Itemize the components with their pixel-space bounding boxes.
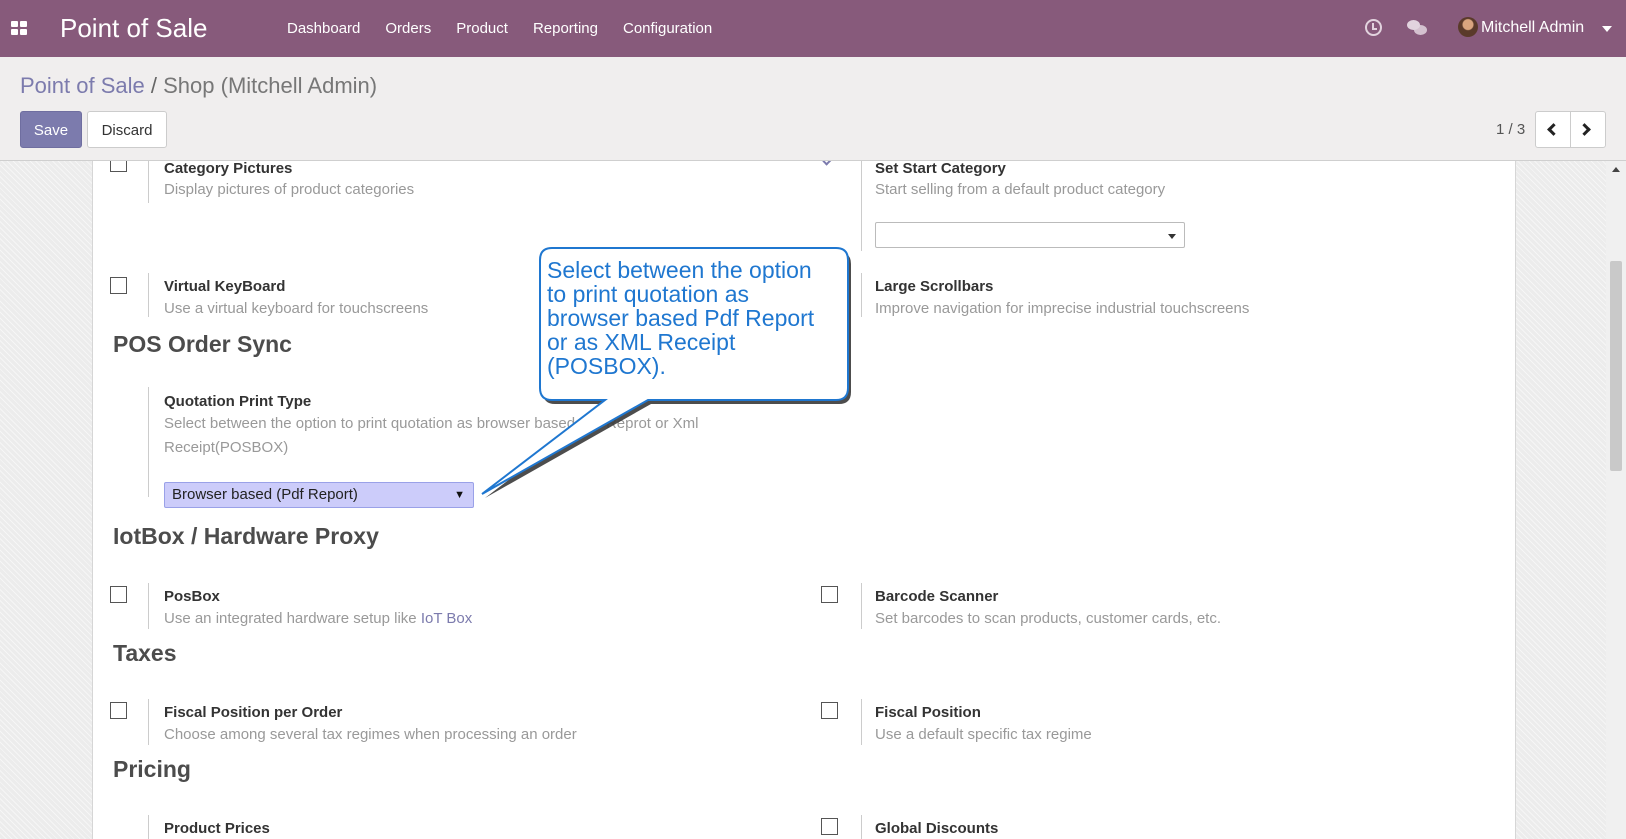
divider	[861, 699, 862, 745]
category-pictures-checkbox[interactable]	[110, 161, 127, 172]
divider	[148, 699, 149, 745]
divider	[148, 815, 149, 839]
barcode-scanner-desc: Set barcodes to scan products, customer …	[875, 610, 1221, 627]
breadcrumb-root[interactable]: Point of Sale	[20, 73, 145, 98]
discard-button[interactable]: Discard	[87, 111, 167, 148]
dropdown-arrow-icon: ▼	[454, 489, 465, 501]
save-button[interactable]: Save	[20, 111, 82, 148]
posbox-desc-text: Use an integrated hardware setup like	[164, 610, 417, 627]
posbox-title: PosBox	[164, 588, 220, 605]
divider	[148, 387, 149, 497]
fiscal-position-per-order-checkbox[interactable]	[110, 702, 127, 719]
barcode-scanner-checkbox[interactable]	[821, 586, 838, 603]
start-category-select[interactable]	[875, 222, 1185, 248]
user-menu-name[interactable]: Mitchell Admin	[1481, 19, 1584, 37]
breadcrumb-separator: /	[150, 73, 157, 98]
fiscal-position-per-order-desc: Choose among several tax regimes when pr…	[164, 726, 577, 743]
fiscal-position-checkbox[interactable]	[821, 702, 838, 719]
main-menu: Dashboard Orders Product Reporting Confi…	[287, 0, 737, 57]
chat-icon[interactable]	[1407, 20, 1427, 36]
quotation-print-type-title: Quotation Print Type	[164, 393, 312, 410]
pager-value: 1 / 3	[1496, 121, 1526, 138]
virtual-keyboard-title: Virtual KeyBoard	[164, 278, 286, 295]
large-scrollbars-desc: Improve navigation for imprecise industr…	[875, 300, 1250, 317]
pager-next-button[interactable]	[1570, 111, 1606, 148]
quotation-print-type-desc: Select between the option to print quota…	[164, 415, 699, 456]
divider	[148, 161, 149, 203]
virtual-keyboard-checkbox[interactable]	[110, 277, 127, 294]
divider	[148, 273, 149, 317]
divider	[861, 161, 862, 251]
set-start-category-desc: Start selling from a default product cat…	[875, 181, 1166, 198]
menu-reporting[interactable]: Reporting	[533, 20, 598, 37]
caret-down-icon[interactable]	[1602, 26, 1612, 32]
avatar[interactable]	[1458, 17, 1478, 37]
divider	[861, 583, 862, 629]
global-discounts-checkbox[interactable]	[821, 818, 838, 835]
pager-previous-button[interactable]	[1535, 111, 1571, 148]
control-panel: Point of Sale / Shop (Mitchell Admin) Sa…	[0, 57, 1626, 161]
section-pos-order-sync: POS Order Sync	[113, 331, 292, 357]
menu-configuration[interactable]: Configuration	[623, 20, 712, 37]
top-navbar: Point of Sale Dashboard Orders Product R…	[0, 0, 1626, 57]
breadcrumb-current: Shop (Mitchell Admin)	[163, 73, 378, 98]
category-pictures-title: Category Pictures	[164, 161, 293, 177]
menu-dashboard[interactable]: Dashboard	[287, 20, 360, 37]
set-start-category-title: Set Start Category	[875, 161, 1006, 177]
clock-icon[interactable]	[1365, 19, 1382, 36]
quotation-print-type-value: Browser based (Pdf Report)	[172, 486, 358, 503]
menu-product[interactable]: Product	[456, 20, 508, 37]
vertical-scrollbar[interactable]	[1606, 161, 1626, 839]
chevron-right-icon	[1578, 123, 1591, 136]
divider	[148, 583, 149, 629]
fiscal-position-desc: Use a default specific tax regime	[875, 726, 1092, 743]
virtual-keyboard-desc: Use a virtual keyboard for touchscreens	[164, 300, 429, 317]
global-discounts-title: Global Discounts	[875, 820, 999, 837]
fiscal-position-per-order-title: Fiscal Position per Order	[164, 704, 343, 721]
category-pictures-desc: Display pictures of product categories	[164, 181, 415, 198]
breadcrumb: Point of Sale / Shop (Mitchell Admin)	[20, 73, 377, 99]
divider	[861, 815, 862, 839]
section-taxes: Taxes	[113, 640, 177, 666]
chevron-left-icon	[1547, 123, 1560, 136]
menu-orders[interactable]: Orders	[385, 20, 431, 37]
section-pricing: Pricing	[113, 756, 191, 782]
app-title[interactable]: Point of Sale	[60, 13, 207, 44]
apps-icon[interactable]	[11, 21, 27, 35]
barcode-scanner-title: Barcode Scanner	[875, 588, 999, 605]
divider	[861, 273, 862, 317]
posbox-desc: Use an integrated hardware setup like Io…	[164, 607, 472, 631]
section-iotbox: IotBox / Hardware Proxy	[113, 523, 379, 549]
scroll-thumb[interactable]	[1610, 261, 1622, 471]
callout-text: Select between the option to print quota…	[547, 257, 815, 379]
set-start-category-checkbox[interactable]	[821, 161, 838, 172]
quotation-print-type-select[interactable]: Browser based (Pdf Report) ▼	[164, 482, 474, 508]
product-prices-title: Product Prices	[164, 820, 270, 837]
iot-box-link[interactable]: IoT Box	[421, 610, 472, 627]
fiscal-position-title: Fiscal Position	[875, 704, 981, 721]
scroll-up-arrow-icon[interactable]	[1612, 167, 1620, 172]
large-scrollbars-title: Large Scrollbars	[875, 278, 994, 295]
posbox-checkbox[interactable]	[110, 586, 127, 603]
